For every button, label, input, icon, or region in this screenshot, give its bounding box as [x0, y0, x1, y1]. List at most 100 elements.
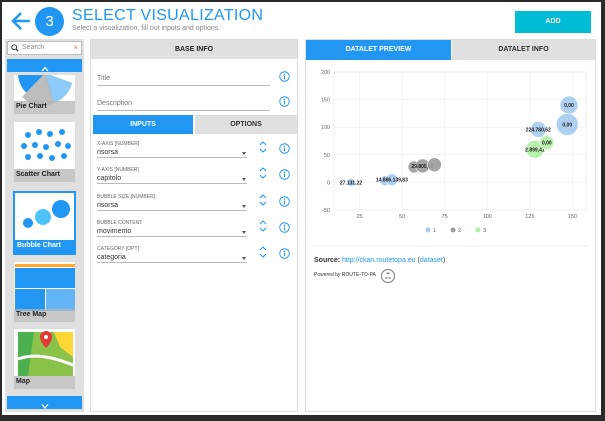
viz-item-label: Pie Chart — [14, 101, 75, 114]
x-tick-label: 75 — [442, 214, 448, 220]
bubble-chart: 200 150 100 50 0 -50 25 50 75 100 125 150 27.131,22 1… — [314, 70, 589, 247]
page-subtitle: Select a visualization, fill out inputs … — [72, 25, 221, 32]
y-tick-label: 50 — [324, 153, 330, 159]
inputs-panel: BASE INFO Title Description INPUTS OPTIO… — [90, 39, 298, 412]
caret-down-icon — [242, 152, 246, 155]
info-icon[interactable] — [279, 96, 290, 107]
legend-marker — [475, 227, 481, 233]
viz-item-label: Map — [14, 376, 75, 389]
back-arrow-icon[interactable] — [10, 10, 32, 32]
bubble-point — [427, 157, 442, 173]
legend-marker — [425, 227, 431, 233]
search-input[interactable]: Search × — [7, 41, 82, 55]
caret-down-icon — [242, 178, 246, 181]
legend-label: 3 — [483, 228, 486, 234]
bubble-content-select[interactable]: movimento — [97, 228, 247, 237]
legend-label: 1 — [433, 228, 436, 234]
info-icon[interactable] — [279, 196, 290, 207]
y-tick-label: 100 — [321, 125, 330, 131]
add-button[interactable]: ADD — [515, 11, 591, 33]
page-title: SELECT VISUALIZATION — [72, 7, 264, 24]
tab-datalet-info[interactable]: DATALET INFO — [452, 40, 595, 60]
dataset-link[interactable]: dataset — [420, 257, 443, 264]
bubble-chart-icon — [23, 200, 70, 228]
y-tick-label: 0 — [327, 180, 330, 186]
viz-item-bubble-chart[interactable]: Bubble Chart — [13, 191, 76, 255]
reorder-icon[interactable] — [259, 246, 267, 258]
search-placeholder: Search — [22, 44, 45, 51]
app-window: 3 SELECT VISUALIZATION Select a visualiz… — [2, 2, 601, 415]
caret-down-icon — [242, 231, 246, 234]
scroll-down-button[interactable] — [7, 396, 82, 409]
scatter-chart-icon — [21, 129, 71, 161]
legend-label: 2 — [458, 228, 461, 234]
tab-options[interactable]: OPTIONS — [195, 115, 297, 134]
bubble-content-label: BUBBLE CONTENT — [97, 220, 143, 226]
info-icon[interactable] — [279, 143, 290, 154]
source-line: Source: http://ckan.routetopa.eu (datase… — [314, 257, 445, 264]
data-label: 14.886.139,83 — [376, 178, 408, 184]
description-field[interactable]: Description — [97, 100, 270, 111]
step-indicator: 3 — [35, 7, 64, 36]
x-tick-label: 100 — [483, 214, 492, 220]
clear-search-icon[interactable]: × — [73, 43, 78, 52]
select-value: categoria — [97, 254, 126, 261]
info-icon[interactable] — [279, 222, 290, 233]
x-tick-label: 50 — [399, 214, 405, 220]
tab-inputs[interactable]: INPUTS — [93, 115, 193, 134]
x-tick-label: 25 — [356, 214, 362, 220]
viz-item-label: Bubble Chart — [15, 240, 74, 253]
info-icon[interactable] — [279, 169, 290, 180]
select-value: capitolo — [97, 175, 122, 182]
scroll-up-button[interactable] — [7, 59, 82, 72]
bubble-size-select[interactable]: risorsa — [97, 202, 247, 211]
viz-item-tree-map[interactable]: Tree Map — [13, 261, 76, 323]
tree-map-icon — [15, 264, 75, 311]
powered-by: Powered by ROUTE-TO-PA — [314, 272, 376, 278]
chevron-up-icon — [41, 66, 48, 72]
x-axis-select[interactable]: risorsa — [97, 149, 247, 158]
x-axis-label: X-AXIS [NUMBER] — [97, 141, 140, 147]
visualization-sidebar: Search × Pie Chart Scatter Chart Bubble … — [5, 39, 84, 412]
viz-item-pie-chart[interactable]: Pie Chart — [13, 75, 76, 115]
viz-item-map[interactable]: Map — [13, 328, 76, 390]
route-to-pa-logo: ●● RTP — [381, 269, 395, 283]
data-label: 27.131,22 — [340, 180, 362, 186]
select-value: risorsa — [97, 202, 119, 209]
data-label: 224.780,62 — [526, 127, 551, 133]
source-label: Source: — [314, 257, 341, 264]
chevron-down-icon — [41, 404, 48, 409]
viz-item-label: Scatter Chart — [14, 169, 75, 182]
y-axis-label: Y-AXIS [NUMBER] — [97, 167, 139, 173]
select-value: movimento — [97, 228, 132, 235]
reorder-icon[interactable] — [259, 220, 267, 232]
tab-datalet-preview[interactable]: DATALET PREVIEW — [306, 40, 451, 60]
y-tick-label: 150 — [321, 98, 330, 104]
preview-panel: DATALET PREVIEW DATALET INFO 200 150 100 50… — [305, 39, 596, 412]
y-tick-label: -50 — [322, 208, 330, 214]
x-tick-label: 150 — [568, 214, 577, 220]
source-link[interactable]: http://ckan.routetopa.eu — [342, 257, 416, 264]
search-icon — [11, 44, 19, 52]
data-label: 2.899,41 — [525, 147, 545, 153]
data-label: 0,00 — [562, 122, 572, 128]
info-icon[interactable] — [279, 248, 290, 259]
category-label: CATEGORY [OPT] — [97, 246, 139, 252]
viz-item-label: Tree Map — [14, 309, 75, 322]
caret-down-icon — [242, 205, 246, 208]
reorder-icon[interactable] — [259, 141, 267, 153]
legend-marker — [450, 227, 456, 233]
reorder-icon[interactable] — [259, 167, 267, 179]
info-icon[interactable] — [279, 71, 290, 82]
category-select[interactable]: categoria — [97, 254, 247, 263]
reorder-icon[interactable] — [259, 194, 267, 206]
title-field[interactable]: Title — [97, 75, 270, 86]
viz-item-scatter-chart[interactable]: Scatter Chart — [13, 121, 76, 183]
caret-down-icon — [242, 257, 246, 260]
data-label: 0,00 — [564, 103, 574, 109]
y-axis-select[interactable]: capitolo — [97, 175, 247, 184]
select-value: risorsa — [97, 149, 119, 156]
x-tick-label: 125 — [525, 214, 534, 220]
base-info-header: BASE INFO — [91, 40, 297, 59]
data-label: 0,00 — [542, 141, 552, 147]
